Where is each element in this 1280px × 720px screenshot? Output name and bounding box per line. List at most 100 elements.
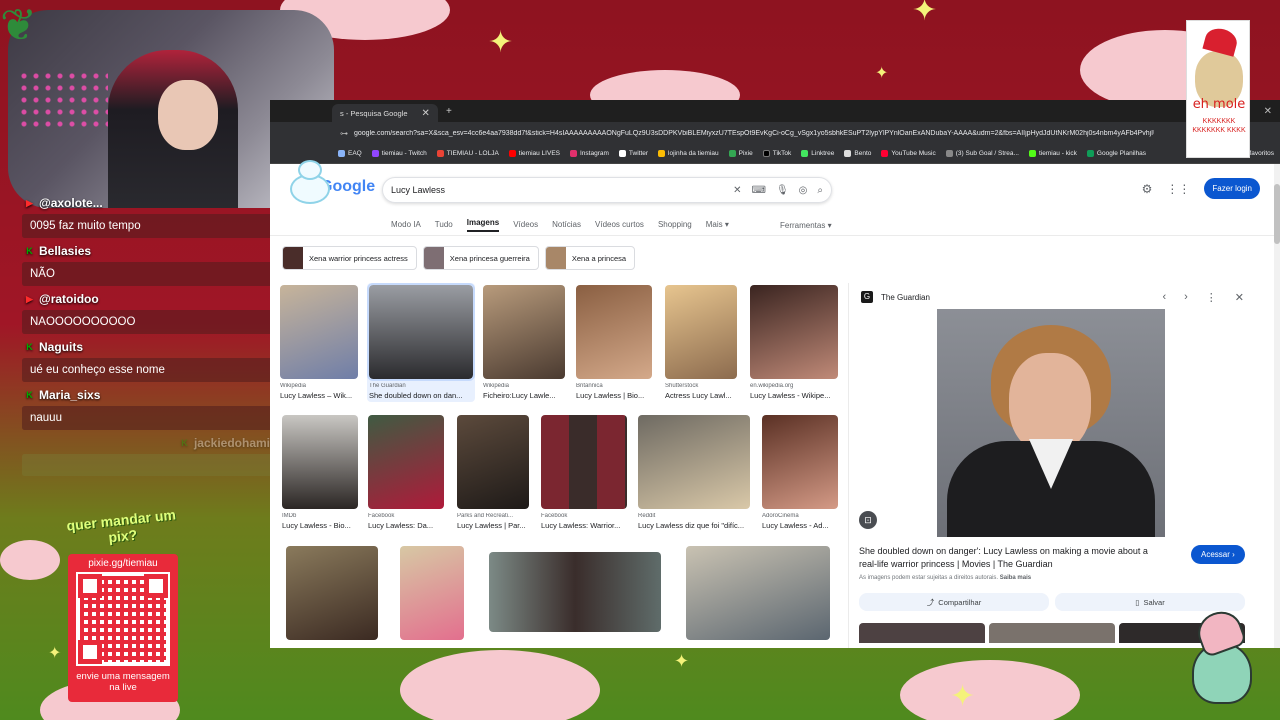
site-info-icon[interactable]: ⊶ (340, 129, 348, 138)
result-title[interactable]: Lucy Lawless: Da... (368, 521, 444, 530)
related-thumbnail[interactable] (989, 623, 1115, 643)
result-title[interactable]: She doubled down on dan... (369, 391, 473, 400)
image-result-selected[interactable]: The Guardian She doubled down on dan... (367, 283, 475, 402)
more-vert-icon[interactable]: ⋮ (1206, 291, 1217, 304)
lens-icon[interactable]: ◎ (799, 185, 808, 196)
result-title[interactable]: Lucy Lawless: Warrior... (541, 521, 627, 530)
learn-more-link[interactable]: Saiba mais (1000, 575, 1031, 581)
tab-ai-mode[interactable]: Modo IA (391, 220, 421, 229)
clear-icon[interactable]: ✕ (733, 185, 741, 196)
related-chip[interactable]: Xena warrior princess actress (282, 246, 417, 270)
browser-tab[interactable]: s - Pesquisa Google ✕ (332, 104, 438, 122)
result-thumbnail[interactable] (400, 546, 464, 640)
tab-shopping[interactable]: Shopping (658, 220, 692, 229)
result-thumbnail[interactable] (286, 546, 378, 640)
url-text[interactable]: google.com/search?sa=X&sca_esv=4cc6e4aa7… (354, 130, 1154, 137)
image-result[interactable]: IMDb Lucy Lawless - Bio... (282, 415, 358, 530)
image-result[interactable]: Britannica Lucy Lawless | Bio... (576, 285, 652, 400)
related-chip[interactable]: Xena a princesa (544, 246, 636, 270)
result-thumbnail[interactable] (762, 415, 838, 509)
preview-title[interactable]: She doubled down on danger': Lucy Lawles… (859, 545, 1159, 571)
image-result[interactable] (489, 552, 661, 632)
image-result[interactable]: Wikipédia Ficheiro:Lucy Lawle... (483, 285, 565, 400)
lens-search-icon[interactable]: ⊡ (859, 511, 877, 529)
bookmark[interactable]: tiemiau - Twitch (371, 150, 427, 157)
result-title[interactable]: Lucy Lawless - Ad... (762, 521, 838, 530)
image-result[interactable] (286, 546, 378, 640)
result-thumbnail[interactable] (638, 415, 750, 509)
preview-source[interactable]: The Guardian (881, 293, 930, 302)
result-thumbnail[interactable] (489, 552, 661, 632)
share-button[interactable]: ⤴ Compartilhar (859, 593, 1049, 611)
result-title[interactable]: Lucy Lawless – Wik... (280, 391, 358, 400)
image-result[interactable]: Facebook Lucy Lawless: Da... (368, 415, 444, 530)
keyboard-icon[interactable]: ⌨ (752, 185, 766, 196)
result-title[interactable]: Lucy Lawless | Bio... (576, 391, 652, 400)
tab-all[interactable]: Tudo (435, 220, 453, 229)
result-thumbnail[interactable] (576, 285, 652, 379)
bookmark[interactable]: lojinha da tiemiau (658, 150, 719, 157)
chevron-right-icon[interactable]: › (1184, 291, 1188, 304)
result-thumbnail[interactable] (686, 546, 830, 640)
bookmark[interactable]: TikTok (762, 150, 791, 157)
bookmark[interactable]: Instagram (569, 150, 609, 157)
address-bar[interactable]: ⊶ google.com/search?sa=X&sca_esv=4cc6e4a… (270, 122, 1280, 144)
related-thumbnail[interactable] (859, 623, 985, 643)
tab-videos[interactable]: Vídeos (513, 220, 538, 229)
image-result[interactable]: Reddit Lucy Lawless diz que foi "difíc..… (638, 415, 750, 530)
preview-image[interactable] (937, 309, 1165, 537)
result-thumbnail[interactable] (282, 415, 358, 509)
image-result[interactable]: Parks and Recreati... Lucy Lawless | Par… (457, 415, 529, 530)
bookmark[interactable]: (3) Sub Goal / Strea... (945, 150, 1019, 157)
bookmark[interactable]: Bento (844, 150, 871, 157)
image-result[interactable]: Shutterstock Actress Lucy Lawl... (665, 285, 737, 400)
page-scrollbar[interactable] (1274, 164, 1280, 648)
result-thumbnail[interactable] (750, 285, 838, 379)
result-title[interactable]: Lucy Lawless diz que foi "difíc... (638, 521, 750, 530)
save-button[interactable]: ▯ Salvar (1055, 593, 1245, 611)
bookmark[interactable]: Twitter (618, 150, 648, 157)
tools-button[interactable]: Ferramentas ▾ (780, 221, 832, 230)
result-thumbnail[interactable] (665, 285, 737, 379)
result-thumbnail[interactable] (483, 285, 565, 379)
image-result[interactable]: Wikipédia Lucy Lawless – Wik... (280, 285, 358, 400)
visit-button[interactable]: Acessar › (1191, 545, 1245, 564)
image-result[interactable]: Facebook Lucy Lawless: Warrior... (541, 415, 627, 530)
bookmark[interactable]: Linktree (801, 150, 834, 157)
tab-images[interactable]: Imagens (466, 218, 500, 232)
bookmark[interactable]: Pixie (728, 150, 753, 157)
related-chip[interactable]: Xena princesa guerreira (422, 246, 539, 270)
search-icon[interactable]: ⌕ (817, 185, 823, 196)
result-thumbnail[interactable] (280, 285, 358, 379)
chevron-left-icon[interactable]: ‹ (1162, 291, 1166, 304)
settings-icon[interactable]: ⚙ (1142, 182, 1153, 196)
result-title[interactable]: Lucy Lawless - Bio... (282, 521, 358, 530)
close-icon[interactable]: ✕ (422, 108, 430, 119)
tab-news[interactable]: Notícias (552, 220, 581, 229)
result-title[interactable]: Lucy Lawless - Wikipe... (750, 391, 838, 400)
result-title[interactable]: Lucy Lawless | Par... (457, 521, 529, 530)
apps-grid-icon[interactable]: ⋮⋮ (1166, 182, 1190, 196)
result-thumbnail[interactable] (457, 415, 529, 509)
tab-more[interactable]: Mais ▾ (706, 220, 729, 229)
search-input[interactable] (391, 185, 724, 195)
result-thumbnail[interactable] (367, 283, 475, 381)
image-result[interactable]: en.wikipedia.org Lucy Lawless - Wikipe..… (750, 285, 838, 400)
image-result[interactable] (400, 546, 464, 640)
microphone-icon[interactable]: 🎙 (776, 185, 789, 196)
login-button[interactable]: Fazer login (1204, 178, 1260, 199)
bookmark[interactable]: TIEMIAU - LOLJA (436, 150, 499, 157)
window-close-icon[interactable]: ✕ (1264, 106, 1272, 117)
new-tab-icon[interactable]: + (446, 106, 452, 117)
result-thumbnail[interactable] (541, 415, 627, 509)
bookmark[interactable]: EAQ (338, 150, 362, 157)
bookmark[interactable]: Google Planilhas (1086, 150, 1146, 157)
result-thumbnail[interactable] (368, 415, 444, 509)
close-icon[interactable]: ✕ (1235, 291, 1244, 304)
result-title[interactable]: Ficheiro:Lucy Lawle... (483, 391, 565, 400)
image-result[interactable] (686, 546, 830, 640)
result-title[interactable]: Actress Lucy Lawl... (665, 391, 737, 400)
bookmark[interactable]: tiemiau - kick (1028, 150, 1077, 157)
tab-short-videos[interactable]: Vídeos curtos (595, 220, 644, 229)
bookmark[interactable]: tiemiau LIVES (508, 150, 560, 157)
